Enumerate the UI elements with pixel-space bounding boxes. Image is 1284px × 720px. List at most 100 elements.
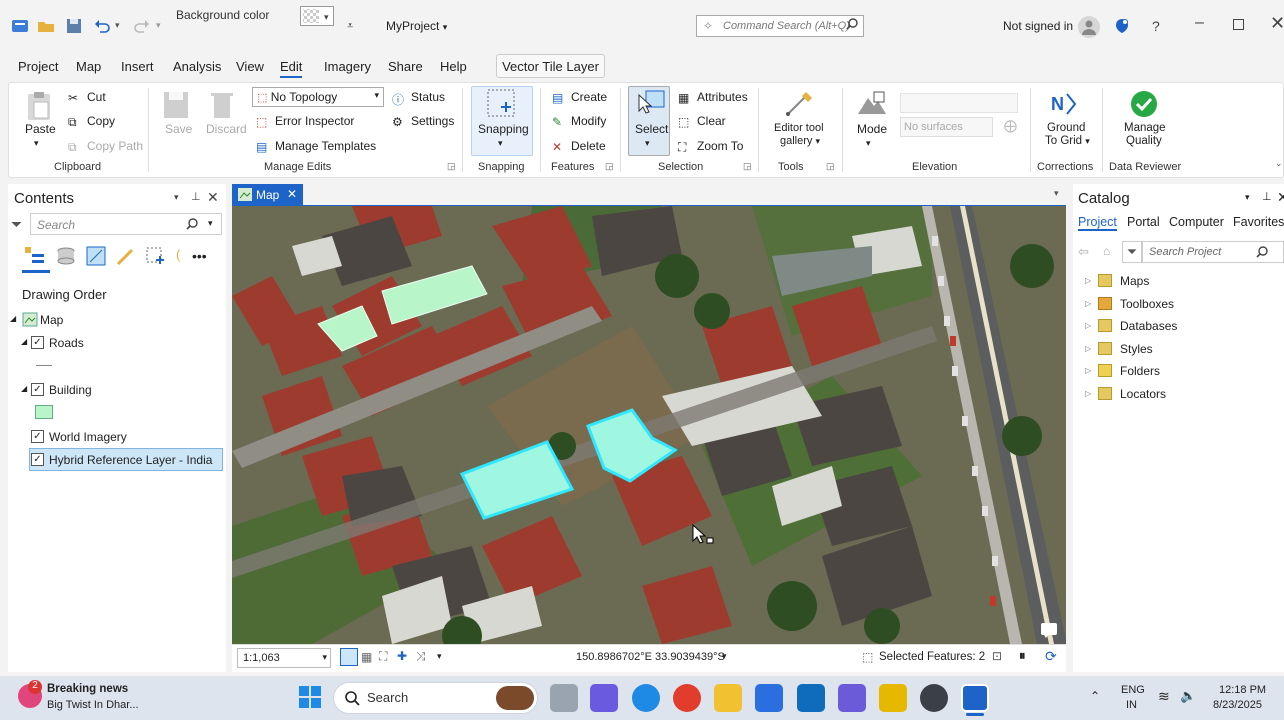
- layer-roads-label[interactable]: Roads: [49, 336, 84, 350]
- attributes-button[interactable]: ▦ Attributes: [678, 90, 748, 105]
- search-options-icon[interactable]: ▾: [208, 218, 213, 229]
- menu-view[interactable]: View: [236, 59, 264, 74]
- surfaces-select[interactable]: No surfaces: [900, 117, 993, 137]
- collapse-ribbon-icon[interactable]: ⌄: [1275, 158, 1283, 169]
- teams-icon[interactable]: [838, 684, 866, 712]
- list-by-snapping-icon[interactable]: [145, 246, 167, 266]
- zoom-to-button[interactable]: ⛶ Zoom To: [678, 139, 743, 154]
- menu-imagery[interactable]: Imagery: [324, 59, 371, 74]
- snapping-toggle-icon[interactable]: ✚: [397, 649, 407, 663]
- catalog-item-folders[interactable]: Folders: [1120, 364, 1160, 378]
- delete-button[interactable]: ✕ Delete: [552, 139, 606, 154]
- volume-icon[interactable]: 🔈: [1180, 688, 1196, 704]
- expand-locators-icon[interactable]: ▷: [1085, 389, 1091, 398]
- catalog-item-styles[interactable]: Styles: [1120, 342, 1153, 356]
- catalog-item-databases[interactable]: Databases: [1120, 319, 1177, 333]
- expand-map-icon[interactable]: ◢: [10, 314, 16, 323]
- expand-databases-icon[interactable]: ▷: [1085, 321, 1091, 330]
- error-inspector-button[interactable]: ⬚ Error Inspector: [256, 114, 354, 129]
- undo-icon[interactable]: [92, 16, 112, 36]
- coordinate-format-dropdown-icon[interactable]: ▾: [722, 651, 727, 662]
- project-name-dropdown[interactable]: MyProject ▾: [386, 19, 447, 33]
- list-by-selection-icon[interactable]: [86, 246, 106, 266]
- home-icon[interactable]: ⌂: [1103, 244, 1110, 258]
- close-window-icon[interactable]: ✕: [1270, 13, 1284, 34]
- minimize-icon[interactable]: –: [1195, 14, 1204, 32]
- outlook-icon[interactable]: [797, 684, 825, 712]
- topology-select[interactable]: ⬚ No Topology ▾: [252, 87, 384, 107]
- sign-in-status[interactable]: Not signed in: [1003, 19, 1073, 33]
- layer-hybrid-label[interactable]: Hybrid Reference Layer - India: [49, 453, 212, 467]
- manage-quality-label-2[interactable]: Quality: [1126, 135, 1162, 147]
- menu-insert[interactable]: Insert: [121, 59, 154, 74]
- pin-icon[interactable]: ⊥: [1262, 190, 1272, 203]
- more-options-icon[interactable]: •••: [192, 248, 207, 264]
- filter-icon[interactable]: ⏷: [1122, 241, 1142, 263]
- menu-edit[interactable]: Edit: [280, 59, 303, 78]
- notifications-icon[interactable]: [1113, 17, 1131, 35]
- menu-map[interactable]: Map: [76, 59, 101, 74]
- discard-button[interactable]: Discard: [206, 122, 247, 136]
- paste-button[interactable]: Paste: [25, 122, 56, 136]
- pin-icon[interactable]: ⊥: [191, 190, 201, 203]
- clear-button[interactable]: ⬚ Clear: [678, 114, 726, 129]
- menu-analysis[interactable]: Analysis: [173, 59, 221, 74]
- layer-world-imagery-label[interactable]: World Imagery: [49, 430, 127, 444]
- redo-dropdown-icon[interactable]: ▾: [156, 20, 161, 31]
- world-imagery-visibility-checkbox[interactable]: ✓: [31, 430, 44, 443]
- settings-button[interactable]: ⚙ Settings: [392, 114, 454, 129]
- pause-drawing-icon[interactable]: ⏸: [1019, 648, 1026, 664]
- map-notes-icon[interactable]: [1040, 622, 1058, 638]
- layer-building-label[interactable]: Building: [49, 383, 92, 397]
- editor-tool-label-1[interactable]: Editor tool: [774, 122, 824, 134]
- mode-dropdown-icon[interactable]: ▾: [866, 138, 871, 149]
- arcgis-pro-icon[interactable]: [961, 684, 989, 712]
- rotation-icon[interactable]: ⤨: [416, 649, 426, 664]
- editor-tool-gallery-button[interactable]: gallery ▾: [780, 135, 820, 147]
- wifi-icon[interactable]: ≋: [1158, 688, 1170, 705]
- clock-time[interactable]: 12:18 PM: [1219, 684, 1266, 696]
- paste-dropdown-icon[interactable]: ▾: [34, 138, 39, 149]
- zoom-to-selection-icon[interactable]: ⊡: [992, 649, 1002, 663]
- chrome-icon[interactable]: [673, 684, 701, 712]
- background-color-picker[interactable]: ▾: [300, 6, 334, 26]
- ground-to-grid-button[interactable]: To Grid ▾: [1045, 135, 1090, 147]
- dialog-launcher-icon[interactable]: ◲: [743, 161, 752, 172]
- cut-button[interactable]: ✂ Cut: [68, 90, 106, 105]
- windows-start-icon[interactable]: [299, 686, 321, 708]
- manage-quality-label-1[interactable]: Manage: [1124, 122, 1166, 134]
- dialog-launcher-icon[interactable]: ◲: [826, 161, 835, 172]
- copy-button[interactable]: ⧉ Copy: [68, 114, 115, 129]
- select-dropdown-icon[interactable]: ▾: [645, 138, 650, 149]
- add-surface-icon[interactable]: ⨁: [1004, 118, 1017, 134]
- copy-path-button[interactable]: ⧉ Copy Path: [68, 139, 143, 154]
- redo-icon[interactable]: [132, 16, 152, 36]
- clock-date[interactable]: 8/23/2025: [1213, 699, 1262, 711]
- menu-share[interactable]: Share: [388, 59, 423, 74]
- editor-tool-gallery-icon[interactable]: [784, 88, 816, 120]
- view-options-icon[interactable]: ▾: [1054, 188, 1059, 199]
- close-pane-icon[interactable]: ✕: [207, 189, 219, 206]
- store-icon[interactable]: [755, 684, 783, 712]
- pane-options-icon[interactable]: ▾: [174, 192, 179, 203]
- news-subtitle[interactable]: Big Twist In Dhar...: [47, 699, 139, 711]
- expand-building-icon[interactable]: ◢: [21, 384, 27, 393]
- menu-help[interactable]: Help: [440, 59, 467, 74]
- paste-icon[interactable]: [24, 90, 54, 122]
- edge-icon[interactable]: [632, 684, 660, 712]
- dialog-launcher-icon[interactable]: ◲: [605, 161, 614, 172]
- map-canvas[interactable]: [232, 206, 1066, 644]
- expand-toolboxes-icon[interactable]: ▷: [1085, 299, 1091, 308]
- status-button[interactable]: ⓘ Status: [392, 90, 445, 107]
- menu-project[interactable]: Project: [18, 59, 58, 74]
- save-edits-icon[interactable]: [162, 90, 190, 120]
- github-icon[interactable]: [920, 684, 948, 712]
- close-tab-icon[interactable]: ✕: [287, 187, 297, 201]
- create-button[interactable]: ▤ Create: [552, 90, 607, 105]
- help-icon[interactable]: ?: [1152, 18, 1160, 34]
- snapping-dropdown-icon[interactable]: ▾: [498, 138, 503, 149]
- language-indicator-1[interactable]: ENG: [1121, 684, 1145, 696]
- modify-button[interactable]: ✎ Modify: [552, 114, 606, 129]
- show-hidden-icons[interactable]: ⌃: [1090, 689, 1100, 703]
- refresh-icon[interactable]: ⟳: [1045, 648, 1057, 665]
